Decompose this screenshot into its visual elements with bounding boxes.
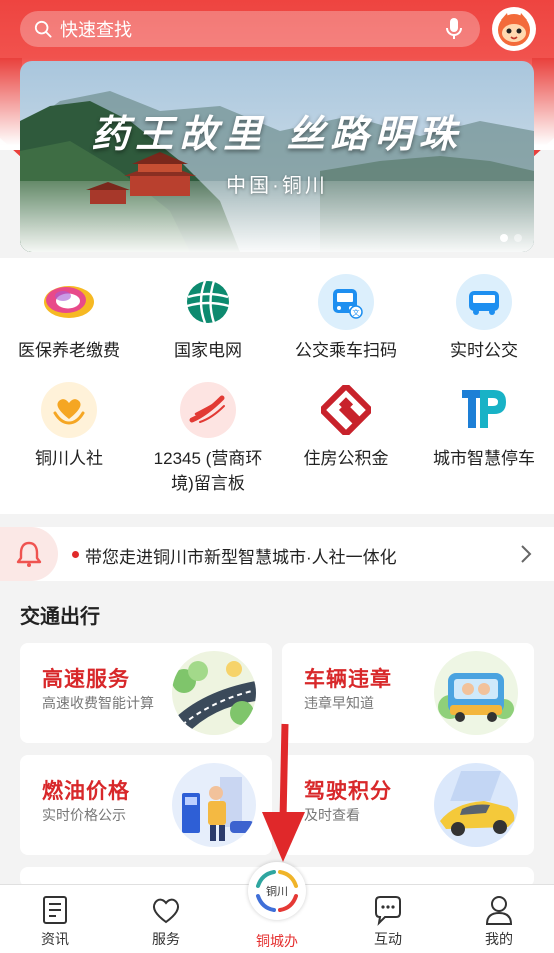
hotline-12345-icon bbox=[180, 382, 236, 438]
tab-label: 我的 bbox=[485, 931, 513, 947]
service-label: 12345 (营商环 境)留言板 bbox=[153, 449, 263, 493]
card-subtitle: 高速收费智能计算 bbox=[42, 695, 154, 711]
card-vehicle-violation[interactable]: 车辆违章 违章早知道 bbox=[282, 643, 534, 743]
service-label: 铜川人社 bbox=[35, 449, 103, 468]
state-grid-icon bbox=[180, 274, 236, 330]
banner-title: 药王故里 丝路明珠 bbox=[91, 111, 463, 156]
card-subtitle: 及时查看 bbox=[304, 807, 360, 823]
tab-label: 服务 bbox=[152, 931, 180, 947]
carousel-indicator bbox=[500, 234, 522, 242]
service-grid: 医保养老缴费 国家电网 文 公交乘车扫码 实时公交 铜川人社 12345 (营商… bbox=[0, 258, 554, 514]
tab-mine[interactable]: 我的 bbox=[444, 885, 554, 953]
tab-service[interactable]: 服务 bbox=[111, 885, 221, 953]
service-hotline-12345[interactable]: 12345 (营商环 境)留言板 bbox=[139, 382, 277, 496]
card-title: 燃油价格 bbox=[42, 778, 130, 803]
carousel-dot-active bbox=[500, 234, 508, 242]
highway-illustration bbox=[172, 651, 256, 735]
app-screen: 快速查找 药王故里 丝路明珠 中国·铜川 医保养老缴费 国家电网 文 公交乘车扫… bbox=[0, 0, 554, 953]
bell-icon bbox=[0, 527, 58, 581]
card-highway-service[interactable]: 高速服务 高速收费智能计算 bbox=[20, 643, 272, 743]
notice-bar[interactable]: 带您走进铜川市新型智慧城市·人社一体化 bbox=[0, 527, 554, 581]
banner-subtitle: 中国·铜川 bbox=[226, 175, 328, 197]
banner-carousel[interactable]: 药王故里 丝路明珠 中国·铜川 bbox=[20, 61, 534, 252]
service-label: 城市智慧停车 bbox=[433, 449, 535, 468]
carousel-dot bbox=[514, 234, 522, 242]
service-label: 医保养老缴费 bbox=[18, 341, 120, 360]
tab-label: 互动 bbox=[374, 931, 402, 947]
news-icon bbox=[43, 896, 67, 924]
service-housing-fund[interactable]: 住房公积金 bbox=[277, 382, 415, 471]
fuel-price-illustration bbox=[172, 763, 256, 847]
card-title: 高速服务 bbox=[42, 666, 130, 691]
card-title: 车辆违章 bbox=[304, 666, 392, 691]
service-state-grid[interactable]: 国家电网 bbox=[139, 274, 277, 363]
heart-icon bbox=[152, 898, 180, 924]
tab-interact[interactable]: 互动 bbox=[333, 885, 443, 953]
car-violation-illustration bbox=[434, 651, 518, 735]
service-social-security[interactable]: 铜川人社 bbox=[0, 382, 138, 471]
chevron-right-icon[interactable] bbox=[520, 544, 532, 564]
service-label: 实时公交 bbox=[450, 341, 518, 360]
card-title: 驾驶积分 bbox=[304, 778, 392, 803]
service-realtime-bus[interactable]: 实时公交 bbox=[415, 274, 553, 363]
card-driving-score[interactable]: 驾驶积分 及时查看 bbox=[282, 755, 534, 855]
search-icon bbox=[34, 20, 52, 38]
notice-text: 带您走进铜川市新型智慧城市·人社一体化 bbox=[85, 548, 397, 567]
search-bar[interactable]: 快速查找 bbox=[20, 11, 480, 47]
svg-text:文: 文 bbox=[353, 308, 360, 317]
housing-fund-icon bbox=[318, 382, 374, 438]
service-label: 公交乘车扫码 bbox=[295, 341, 397, 360]
driving-score-illustration bbox=[434, 763, 518, 847]
svg-text:铜川: 铜川 bbox=[266, 884, 288, 898]
tab-label: 铜城办 bbox=[256, 933, 298, 949]
social-security-icon bbox=[41, 382, 97, 438]
microphone-icon[interactable] bbox=[444, 17, 464, 41]
card-subtitle: 违章早知道 bbox=[304, 695, 374, 711]
smart-parking-icon bbox=[456, 382, 512, 438]
service-label: 国家电网 bbox=[174, 341, 242, 360]
search-input[interactable]: 快速查找 bbox=[60, 16, 132, 42]
notice-dot bbox=[72, 551, 79, 558]
tab-label: 资讯 bbox=[41, 931, 69, 947]
chat-icon bbox=[375, 896, 401, 926]
tab-news[interactable]: 资讯 bbox=[0, 885, 110, 953]
card-fuel-price[interactable]: 燃油价格 实时价格公示 bbox=[20, 755, 272, 855]
insurance-payment-icon bbox=[41, 274, 97, 330]
user-icon bbox=[485, 896, 513, 925]
service-insurance-payment[interactable]: 医保养老缴费 bbox=[0, 274, 138, 363]
realtime-bus-icon bbox=[456, 274, 512, 330]
tongcheng-logo-icon[interactable]: 铜川 bbox=[248, 862, 306, 920]
bus-qr-icon: 文 bbox=[318, 274, 374, 330]
service-label: 住房公积金 bbox=[303, 449, 389, 468]
card-subtitle: 实时价格公示 bbox=[42, 807, 126, 823]
service-bus-qr[interactable]: 文 公交乘车扫码 bbox=[277, 274, 415, 363]
service-smart-parking[interactable]: 城市智慧停车 bbox=[415, 382, 553, 471]
section-title: 交通出行 bbox=[20, 606, 100, 628]
mascot-avatar-icon[interactable] bbox=[492, 7, 536, 51]
